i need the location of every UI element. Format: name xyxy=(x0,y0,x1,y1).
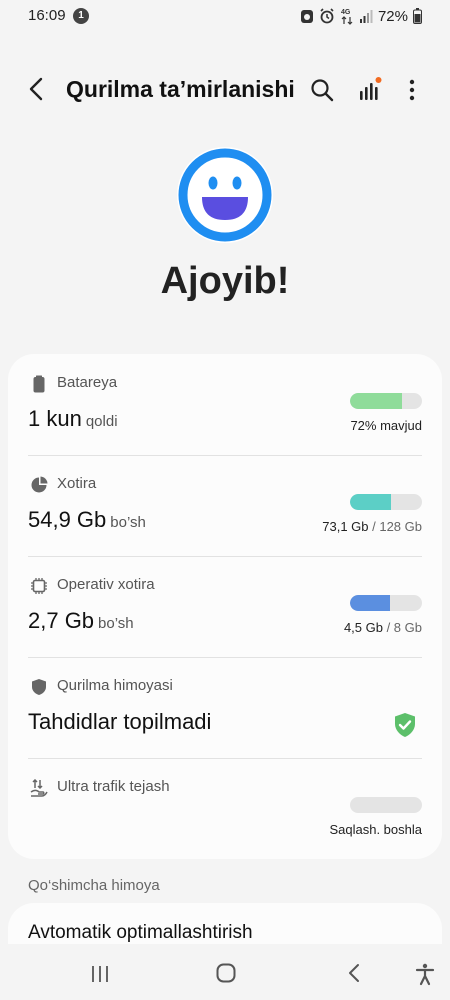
memory-title: Operativ xotira xyxy=(57,576,155,593)
storage-total: / 128 Gb xyxy=(368,519,422,534)
battery-status-icon xyxy=(413,8,422,24)
accessibility-icon[interactable] xyxy=(413,962,437,986)
section-header: Qo‘shimcha himoya xyxy=(28,877,160,894)
memory-total: / 8 Gb xyxy=(382,620,422,635)
status-headline: Ajoyib! xyxy=(160,260,290,302)
memory-progress-bar xyxy=(350,595,422,611)
more-options-icon[interactable] xyxy=(398,76,426,104)
memory-detail: 4,5 Gb / 8 Gb xyxy=(344,620,422,635)
battery-icon xyxy=(33,375,45,393)
auto-optimization-label: Avtomatik optimallashtirish xyxy=(28,922,253,943)
memory-chip-icon xyxy=(31,578,47,594)
stats-notification-dot xyxy=(375,77,382,83)
page-title: Qurilma taʼmirlanishi xyxy=(66,76,295,102)
storage-row[interactable]: Xotira 54,9 Gb bo’sh 73,1 Gb / 128 Gb xyxy=(8,455,442,556)
shield-check-icon xyxy=(395,713,415,737)
storage-icon xyxy=(31,476,48,493)
storage-detail: 73,1 Gb / 128 Gb xyxy=(322,519,422,534)
memory-used: 4,5 Gb xyxy=(343,620,383,635)
recent-apps-icon[interactable] xyxy=(88,964,112,984)
alarm-icon xyxy=(320,8,334,24)
battery-percent: 72% xyxy=(377,7,408,25)
navigation-bar xyxy=(0,944,450,1000)
battery-row[interactable]: Batareya 1 kun qoldi 72% mavjud xyxy=(8,354,442,455)
shield-icon xyxy=(32,679,46,695)
storage-unit: bo’sh xyxy=(110,514,146,531)
memory-free: 2,7 Gb xyxy=(28,608,95,633)
stats-icon[interactable] xyxy=(355,74,385,104)
battery-detail: 72% mavjud xyxy=(350,418,422,433)
battery-progress-fill xyxy=(350,393,402,409)
search-icon[interactable] xyxy=(308,76,336,104)
memory-unit: bo’sh xyxy=(98,615,134,632)
storage-value: 54,9 Gb bo’sh xyxy=(28,507,146,533)
battery-time-left: 1 kun xyxy=(28,406,82,431)
battery-unit: qoldi xyxy=(85,413,118,430)
data-saver-progress-bar xyxy=(350,797,422,813)
signal-icon xyxy=(359,10,373,23)
battery-value: 1 kun qoldi xyxy=(28,406,118,432)
device-protection-title: Qurilma himoyasi xyxy=(57,677,173,694)
storage-free: 54,9 Gb xyxy=(28,507,107,532)
memory-row[interactable]: Operativ xotira 2,7 Gb bo’sh 4,5 Gb / 8 G… xyxy=(8,556,442,657)
storage-progress-fill xyxy=(350,494,392,510)
back-icon[interactable] xyxy=(22,74,52,104)
battery-progress-bar xyxy=(350,393,422,409)
back-nav-icon[interactable] xyxy=(344,962,364,984)
svg-text:4G: 4G xyxy=(341,9,351,16)
status-time: 16:09 xyxy=(28,7,66,24)
data-saver-row[interactable]: Ultra trafik tejash Saqlash. boshla xyxy=(8,758,442,859)
home-icon[interactable] xyxy=(215,962,237,984)
memory-value: 2,7 Gb bo’sh xyxy=(28,608,134,634)
memory-progress-fill xyxy=(350,595,391,611)
data-saver-icon xyxy=(30,779,48,797)
notification-count-badge: 1 xyxy=(73,8,89,24)
status-icons: 4G 72% xyxy=(300,6,422,26)
data-saver-start-link[interactable]: Saqlash. boshla xyxy=(329,822,422,837)
device-protection-row[interactable]: Qurilma himoyasi Tahdidlar topilmadi xyxy=(8,657,442,758)
smiley-face-icon xyxy=(177,147,273,243)
storage-title: Xotira xyxy=(57,475,97,492)
device-protection-value: Tahdidlar topilmadi xyxy=(28,709,212,734)
network-4g-icon: 4G xyxy=(341,9,353,25)
status-bar: 16:09 1 4G 72% xyxy=(0,0,450,36)
app-bar: Qurilma taʼmirlanishi xyxy=(0,70,450,110)
storage-progress-bar xyxy=(350,494,422,510)
storage-used: 73,1 Gb xyxy=(322,519,369,534)
alert-app-icon xyxy=(300,10,313,23)
status-card: Batareya 1 kun qoldi 72% mavjud Xotira 54… xyxy=(8,354,442,859)
battery-title: Batareya xyxy=(57,374,118,391)
data-saver-title: Ultra trafik tejash xyxy=(57,778,170,795)
